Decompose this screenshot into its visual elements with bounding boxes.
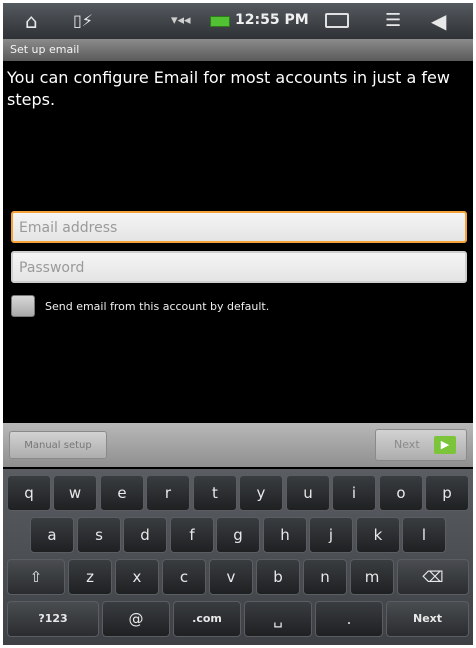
battery-icon — [210, 16, 230, 27]
key-space[interactable]: ␣ — [244, 601, 312, 637]
key-y[interactable]: y — [239, 475, 283, 511]
key-x[interactable]: x — [115, 559, 159, 595]
key-a[interactable]: a — [30, 517, 74, 553]
page-title: Set up email — [10, 43, 80, 56]
key-g[interactable]: g — [216, 517, 260, 553]
title-bar: Set up email — [3, 39, 473, 61]
key-b[interactable]: b — [256, 559, 300, 595]
intro-text: You can configure Email for most account… — [7, 68, 450, 109]
key-j[interactable]: j — [309, 517, 353, 553]
key-delete[interactable]: ⌫ — [397, 559, 469, 595]
key-i[interactable]: i — [332, 475, 376, 511]
key-f[interactable]: f — [170, 517, 214, 553]
next-button-label: Next — [394, 438, 420, 451]
key-n[interactable]: n — [303, 559, 347, 595]
key-next[interactable]: Next — [386, 601, 469, 637]
key-z[interactable]: z — [68, 559, 112, 595]
key-h[interactable]: h — [263, 517, 307, 553]
home-icon[interactable]: ⌂ — [25, 8, 38, 34]
email-placeholder: Email address — [19, 220, 118, 236]
next-button[interactable]: Next ▶ — [375, 429, 467, 461]
password-placeholder: Password — [19, 260, 85, 276]
keyboard-icon[interactable] — [325, 13, 349, 28]
key-u[interactable]: u — [286, 475, 330, 511]
key-e[interactable]: e — [100, 475, 144, 511]
usb-icon: ▯⚡ — [73, 11, 94, 30]
key-d[interactable]: d — [123, 517, 167, 553]
key-at[interactable]: @ — [102, 601, 170, 637]
key-k[interactable]: k — [356, 517, 400, 553]
default-account-checkbox[interactable] — [11, 295, 35, 317]
signal-icon: ▾◂◂ — [171, 13, 191, 28]
key-c[interactable]: c — [162, 559, 206, 595]
key-o[interactable]: o — [379, 475, 423, 511]
key-s[interactable]: s — [77, 517, 121, 553]
key-v[interactable]: v — [209, 559, 253, 595]
key-dotcom[interactable]: .com — [173, 601, 241, 637]
key-t[interactable]: t — [193, 475, 237, 511]
device-screen: ⌂ ▯⚡ ▾◂◂ 12:55 PM ☰ ◀ Set up email You c… — [3, 3, 473, 645]
key-w[interactable]: w — [53, 475, 97, 511]
status-bar: ⌂ ▯⚡ ▾◂◂ 12:55 PM ☰ ◀ — [3, 3, 473, 39]
back-icon[interactable]: ◀ — [431, 8, 446, 34]
email-field[interactable]: Email address — [11, 211, 467, 243]
key-q[interactable]: q — [7, 475, 51, 511]
default-account-label: Send email from this account by default. — [45, 299, 270, 313]
key-p[interactable]: p — [425, 475, 469, 511]
key-period[interactable]: . — [315, 601, 383, 637]
default-account-row: Send email from this account by default. — [11, 295, 269, 317]
key-r[interactable]: r — [146, 475, 190, 511]
password-field[interactable]: Password — [11, 251, 467, 283]
next-arrow-icon: ▶ — [434, 436, 456, 454]
action-bar: Manual setup Next ▶ — [3, 423, 473, 467]
manual-setup-button[interactable]: Manual setup — [9, 431, 107, 459]
key-m[interactable]: m — [350, 559, 394, 595]
key-shift[interactable]: ⇧ — [7, 559, 65, 595]
key-l[interactable]: l — [402, 517, 446, 553]
soft-keyboard: q w e r t y u i o p a s d f g h j k l ⇧ … — [3, 469, 473, 645]
menu-icon[interactable]: ☰ — [385, 8, 401, 34]
key-symbols[interactable]: ?123 — [7, 601, 99, 637]
status-time: 12:55 PM — [235, 12, 309, 28]
